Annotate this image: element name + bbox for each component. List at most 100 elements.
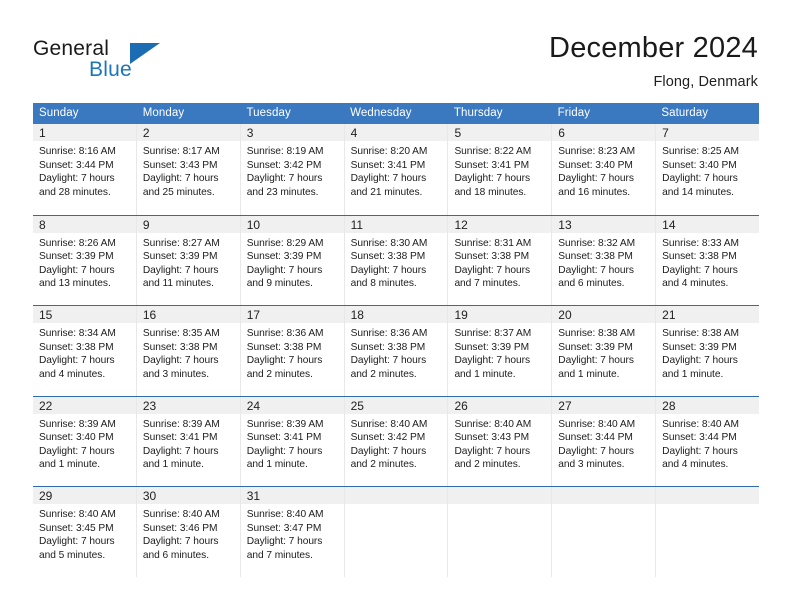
day-cell-empty [448, 487, 553, 577]
day-cell[interactable]: 6 Sunrise: 8:23 AM Sunset: 3:40 PM Dayli… [552, 124, 657, 215]
sunset-text: Sunset: 3:41 PM [246, 432, 322, 444]
day-cell-empty [656, 487, 760, 577]
day-cell[interactable]: 21 Sunrise: 8:38 AM Sunset: 3:39 PM Dayl… [656, 306, 760, 396]
daylight-text-line2: and 2 minutes. [454, 459, 521, 471]
sunrise-text: Sunrise: 8:17 AM [142, 146, 220, 157]
day-cell[interactable]: 13 Sunrise: 8:32 AM Sunset: 3:38 PM Dayl… [552, 215, 657, 305]
day-cell[interactable]: 14 Sunrise: 8:33 AM Sunset: 3:38 PM Dayl… [656, 215, 760, 305]
location-subtitle: Flong, Denmark [653, 74, 758, 90]
day-cell[interactable]: 4 Sunrise: 8:20 AM Sunset: 3:41 PM Dayli… [344, 124, 449, 215]
sunset-text: Sunset: 3:38 PM [246, 341, 322, 353]
sunset-text: Sunset: 3:40 PM [558, 159, 633, 171]
daylight-text-line2: and 2 minutes. [246, 368, 313, 380]
day-number: 22 [39, 398, 53, 413]
sunset-text: Sunset: 3:38 PM [454, 251, 530, 263]
day-cell[interactable]: 10 Sunrise: 8:29 AM Sunset: 3:39 PM Dayl… [240, 215, 345, 305]
day-number: 6 [558, 126, 565, 140]
daylight-text-line1: Daylight: 7 hours [454, 445, 531, 457]
day-cell[interactable]: 8 Sunrise: 8:26 AM Sunset: 3:39 PM Dayli… [33, 215, 137, 305]
sunset-text: Sunset: 3:40 PM [662, 159, 737, 171]
day-cell[interactable]: 24 Sunrise: 8:39 AM Sunset: 3:41 PM Dayl… [240, 396, 345, 486]
day-cell[interactable]: 5 Sunrise: 8:22 AM Sunset: 3:41 PM Dayli… [448, 124, 553, 215]
weekday-header-sunday: Sunday [39, 107, 79, 119]
sunrise-text: Sunrise: 8:23 AM [558, 146, 636, 157]
day-number-band: 27 [552, 396, 656, 414]
day-details: Sunrise: 8:40 AM Sunset: 3:46 PM Dayligh… [137, 504, 240, 562]
day-details: Sunrise: 8:20 AM Sunset: 3:41 PM Dayligh… [345, 141, 448, 199]
sunrise-text: Sunrise: 8:31 AM [454, 237, 532, 249]
day-cell[interactable]: 27 Sunrise: 8:40 AM Sunset: 3:44 PM Dayl… [552, 396, 657, 486]
logo-triangle-icon [130, 43, 160, 64]
day-cell[interactable]: 22 Sunrise: 8:39 AM Sunset: 3:40 PM Dayl… [33, 396, 137, 486]
day-number: 4 [350, 126, 358, 140]
day-cell[interactable]: 15 Sunrise: 8:34 AM Sunset: 3:38 PM Dayl… [33, 306, 137, 396]
day-number-band: 22 [33, 396, 136, 414]
daylight-text-line1: Daylight: 7 hours [454, 264, 531, 276]
daylight-text-line2: and 6 minutes. [558, 278, 625, 290]
daylight-text-line2: and 2 minutes. [350, 368, 417, 380]
day-cell[interactable]: 11 Sunrise: 8:30 AM Sunset: 3:38 PM Dayl… [344, 215, 449, 305]
day-cell[interactable]: 19 Sunrise: 8:37 AM Sunset: 3:39 PM Dayl… [448, 306, 553, 396]
sunrise-text: Sunrise: 8:25 AM [662, 146, 739, 157]
day-cell[interactable]: 23 Sunrise: 8:39 AM Sunset: 3:41 PM Dayl… [136, 396, 241, 486]
day-cell[interactable]: 1 Sunrise: 8:16 AM Sunset: 3:44 PM Dayli… [33, 124, 137, 215]
daylight-text-line2: and 13 minutes. [39, 278, 111, 290]
daylight-text-line2: and 9 minutes. [246, 278, 313, 290]
day-cell[interactable]: 17 Sunrise: 8:36 AM Sunset: 3:38 PM Dayl… [240, 306, 345, 396]
day-cell[interactable]: 2 Sunrise: 8:17 AM Sunset: 3:43 PM Dayli… [136, 124, 241, 215]
sunrise-text: Sunrise: 8:38 AM [558, 328, 636, 339]
daylight-text-line1: Daylight: 7 hours [350, 445, 427, 457]
sunset-text: Sunset: 3:41 PM [350, 159, 426, 171]
daylight-text-line2: and 6 minutes. [142, 549, 209, 561]
day-cell[interactable]: 26 Sunrise: 8:40 AM Sunset: 3:43 PM Dayl… [448, 396, 553, 486]
sunrise-text: Sunrise: 8:40 AM [246, 509, 324, 520]
sunset-text: Sunset: 3:43 PM [142, 159, 218, 171]
day-number-band: 26 [448, 396, 552, 414]
day-number-band: 29 [33, 487, 136, 504]
day-details: Sunrise: 8:30 AM Sunset: 3:38 PM Dayligh… [345, 233, 448, 291]
sunrise-text: Sunrise: 8:40 AM [39, 509, 116, 520]
day-cell[interactable]: 16 Sunrise: 8:35 AM Sunset: 3:38 PM Dayl… [136, 306, 241, 396]
day-cell[interactable]: 7 Sunrise: 8:25 AM Sunset: 3:40 PM Dayli… [656, 124, 760, 215]
daylight-text-line2: and 16 minutes. [558, 186, 631, 198]
day-number: 5 [454, 126, 462, 140]
page-title: December 2024 [549, 32, 758, 64]
sunset-text: Sunset: 3:45 PM [39, 522, 114, 534]
daylight-text-line2: and 2 minutes. [350, 459, 417, 471]
day-cell[interactable]: 28 Sunrise: 8:40 AM Sunset: 3:44 PM Dayl… [656, 396, 760, 486]
day-number-band: 1 [33, 124, 136, 141]
day-cell[interactable]: 3 Sunrise: 8:19 AM Sunset: 3:42 PM Dayli… [240, 124, 345, 215]
day-number-band: 30 [136, 487, 240, 504]
day-cell[interactable]: 29 Sunrise: 8:40 AM Sunset: 3:45 PM Dayl… [33, 487, 137, 577]
sunset-text: Sunset: 3:39 PM [39, 251, 114, 263]
day-cell[interactable]: 25 Sunrise: 8:40 AM Sunset: 3:42 PM Dayl… [344, 396, 449, 486]
daylight-text-line2: and 1 minute. [246, 459, 308, 471]
sunrise-text: Sunrise: 8:36 AM [350, 328, 428, 339]
day-details: Sunrise: 8:16 AM Sunset: 3:44 PM Dayligh… [33, 141, 136, 199]
day-details: Sunrise: 8:40 AM Sunset: 3:43 PM Dayligh… [448, 414, 551, 472]
day-details: Sunrise: 8:38 AM Sunset: 3:39 PM Dayligh… [656, 323, 759, 381]
day-cell[interactable]: 9 Sunrise: 8:27 AM Sunset: 3:39 PM Dayli… [136, 215, 241, 305]
day-cell[interactable]: 18 Sunrise: 8:36 AM Sunset: 3:38 PM Dayl… [344, 306, 449, 396]
day-cell[interactable]: 20 Sunrise: 8:38 AM Sunset: 3:39 PM Dayl… [552, 306, 657, 396]
day-number-band: 21 [656, 306, 760, 323]
day-number: 24 [246, 398, 261, 413]
day-cell[interactable]: 31 Sunrise: 8:40 AM Sunset: 3:47 PM Dayl… [240, 487, 345, 577]
day-details: Sunrise: 8:27 AM Sunset: 3:39 PM Dayligh… [137, 233, 240, 291]
daylight-text-line1: Daylight: 7 hours [558, 173, 634, 185]
daylight-text-line1: Daylight: 7 hours [558, 264, 634, 276]
day-number-band: 5 [448, 124, 552, 141]
day-number-band: 13 [552, 215, 656, 233]
day-cell[interactable]: 30 Sunrise: 8:40 AM Sunset: 3:46 PM Dayl… [136, 487, 241, 577]
brand-logo[interactable]: General Blue [33, 37, 243, 89]
sunset-text: Sunset: 3:44 PM [39, 159, 114, 171]
day-details: Sunrise: 8:34 AM Sunset: 3:38 PM Dayligh… [33, 323, 136, 381]
day-number: 1 [39, 126, 46, 140]
sunset-text: Sunset: 3:44 PM [662, 432, 737, 444]
day-cell[interactable]: 12 Sunrise: 8:31 AM Sunset: 3:38 PM Dayl… [448, 215, 553, 305]
day-number-band: 31 [240, 487, 344, 504]
calendar-grid: Sunday Monday Tuesday Wednesday Thursday… [33, 103, 760, 577]
sunset-text: Sunset: 3:42 PM [350, 432, 426, 444]
weekday-header-row: Sunday Monday Tuesday Wednesday Thursday… [33, 103, 759, 124]
day-number: 11 [350, 217, 364, 232]
